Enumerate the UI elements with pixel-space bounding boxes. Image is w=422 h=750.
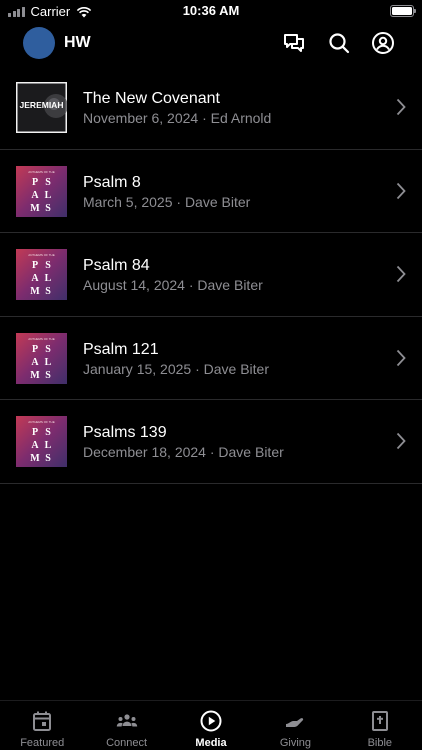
media-title: Psalms 139: [83, 424, 167, 441]
svg-text:P: P: [32, 427, 38, 438]
bible-icon: [371, 711, 388, 731]
media-subtitle: March 5, 2025 · Dave Biter: [83, 193, 251, 210]
tab-label: Connect: [106, 737, 148, 749]
svg-text:A: A: [31, 357, 39, 368]
tab-featured[interactable]: Featured: [0, 701, 84, 750]
tab-label: Featured: [20, 737, 65, 749]
header: HW: [0, 26, 422, 60]
svg-text:ANTHEMS OF THE: ANTHEMS OF THE: [28, 170, 54, 174]
svg-text:A: A: [31, 440, 39, 451]
media-title: Psalm 121: [83, 340, 159, 358]
svg-text:L: L: [45, 190, 52, 201]
svg-text:L: L: [45, 357, 52, 368]
svg-text:ANTHEMS OF THE: ANTHEMS OF THE: [28, 337, 54, 341]
calendar-icon: [33, 711, 52, 731]
chevron-right-icon: [396, 98, 406, 116]
org-name[interactable]: HW: [64, 34, 91, 52]
media-item[interactable]: ANTHEMS OF THE P S A L M S Psalm 8 March…: [0, 150, 422, 233]
profile-icon[interactable]: [371, 31, 395, 55]
chevron-right-icon: [396, 265, 406, 283]
svg-text:ANTHEMS OF THE: ANTHEMS OF THE: [28, 420, 54, 424]
media-subtitle: November 6, 2024 · Ed Arnold: [83, 110, 272, 126]
messages-icon[interactable]: [282, 31, 306, 55]
media-list: JEREMIAH The New Covenant November 6, 20…: [0, 66, 422, 484]
media-item[interactable]: ANTHEMS OF THE P S A L M S Psalm 84 Augu…: [0, 233, 422, 317]
svg-text:M: M: [30, 453, 40, 464]
svg-text:S: S: [45, 453, 51, 464]
svg-text:P: P: [32, 260, 38, 271]
svg-text:M: M: [30, 370, 40, 381]
media-title: Psalm 8: [83, 173, 141, 191]
status-time: 10:36 AM: [182, 3, 240, 18]
giving-hand-icon: [286, 718, 304, 727]
media-subtitle: January 15, 2025 · Dave Biter: [83, 360, 269, 377]
play-circle-icon: [200, 710, 222, 732]
svg-text:P: P: [32, 344, 38, 355]
jeremiah-thumbnail: JEREMIAH: [16, 82, 67, 133]
chevron-right-icon: [396, 349, 406, 366]
tab-bar: Featured Connect Media Giving Bible: [0, 700, 422, 750]
tab-connect[interactable]: Connect: [84, 701, 168, 750]
tab-giving[interactable]: Giving: [253, 701, 337, 750]
psalms-thumbnail: ANTHEMS OF THE P S A L M S: [16, 165, 67, 217]
psalms-thumbnail: ANTHEMS OF THE P S A L M S: [16, 249, 67, 300]
svg-text:S: S: [45, 286, 51, 297]
svg-text:ANTHEMS OF THE: ANTHEMS OF THE: [28, 253, 54, 257]
media-subtitle: August 14, 2024 · Dave Biter: [83, 277, 263, 293]
svg-text:S: S: [45, 344, 51, 355]
svg-text:S: S: [45, 427, 51, 438]
chevron-right-icon: [396, 182, 406, 199]
svg-text:S: S: [45, 260, 51, 271]
tab-label: Giving: [279, 737, 312, 749]
svg-text:L: L: [45, 273, 52, 284]
psalms-thumbnail: ANTHEMS OF THE P S A L M S: [16, 416, 67, 467]
people-icon: [116, 714, 137, 727]
media-subtitle: December 18, 2024 · Dave Biter: [83, 444, 284, 460]
battery-icon: [390, 5, 416, 17]
svg-text:S: S: [45, 370, 51, 381]
svg-text:S: S: [45, 203, 51, 214]
svg-text:A: A: [31, 273, 39, 284]
jeremiah-thumb-text: JEREMIAH: [20, 100, 64, 110]
svg-text:L: L: [45, 440, 52, 451]
tab-label: Bible: [367, 737, 393, 749]
media-title: Psalm 84: [83, 257, 150, 274]
svg-text:A: A: [31, 190, 39, 201]
tab-bible[interactable]: Bible: [338, 701, 422, 750]
psalms-thumbnail: ANTHEMS OF THE P S A L M S: [16, 332, 67, 384]
tab-label: Media: [195, 737, 227, 749]
svg-text:S: S: [45, 177, 51, 188]
media-item[interactable]: ANTHEMS OF THE P S A L M S Psalms 139 De…: [0, 400, 422, 484]
svg-text:M: M: [30, 203, 40, 214]
search-icon[interactable]: [327, 31, 351, 55]
media-item[interactable]: ANTHEMS OF THE P S A L M S Psalm 121 Jan…: [0, 317, 422, 400]
chevron-right-icon: [396, 432, 406, 450]
svg-text:P: P: [32, 177, 38, 188]
svg-text:M: M: [30, 286, 40, 297]
media-item[interactable]: JEREMIAH The New Covenant November 6, 20…: [0, 66, 422, 150]
org-avatar[interactable]: [23, 27, 55, 59]
media-title: The New Covenant: [83, 90, 220, 107]
tab-media[interactable]: Media: [169, 701, 253, 750]
status-bar: Carrier 10:36 AM: [0, 0, 422, 22]
